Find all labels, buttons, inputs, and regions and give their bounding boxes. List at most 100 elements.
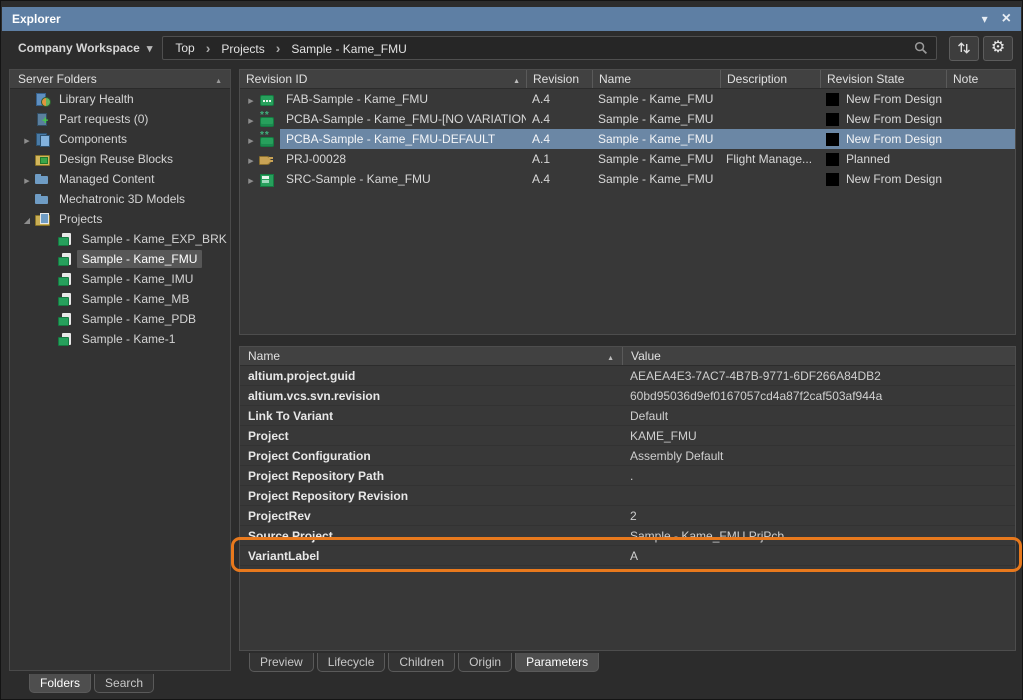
pcb-project-icon (57, 251, 73, 267)
revision-row[interactable]: PCBA-Sample - Kame_FMU-DEFAULT A.4 Sampl… (240, 129, 1015, 149)
column-header-revision[interactable]: Revision (526, 70, 592, 88)
tree-item[interactable]: Projects (10, 209, 230, 229)
close-icon[interactable] (1002, 11, 1011, 27)
expand-icon[interactable] (244, 132, 258, 146)
revisions-table: Revision ID Revision Name Description Re… (239, 69, 1016, 335)
collapse-panel-icon[interactable] (215, 72, 222, 86)
sidebar-tab[interactable]: Folders (29, 674, 91, 693)
parameter-row[interactable]: Project Repository Path . (240, 466, 1015, 486)
library-health-icon (34, 91, 50, 107)
tree-item[interactable]: Components (10, 129, 230, 149)
breadcrumb-item[interactable]: Sample - Kame_FMU (265, 40, 407, 56)
pcb-project-icon (57, 331, 73, 347)
expand-icon[interactable] (244, 172, 258, 186)
column-header-note[interactable]: Note (946, 70, 1015, 88)
parameter-name: Source Project (240, 529, 622, 543)
expand-icon[interactable] (244, 112, 258, 126)
revision-row[interactable]: PRJ-00028 A.1 Sample - Kame_FMU Flight M… (240, 149, 1015, 169)
parameter-row[interactable]: VariantLabel A (240, 546, 1015, 566)
panel-menu-icon[interactable] (982, 13, 988, 25)
parameter-row[interactable]: ProjectRev 2 (240, 506, 1015, 526)
titlebar: Explorer (2, 7, 1021, 31)
parameter-row[interactable]: altium.vcs.svn.revision 60bd95036d9ef016… (240, 386, 1015, 406)
revision-id-cell: PCBA-Sample - Kame_FMU-DEFAULT (280, 132, 526, 146)
breadcrumb[interactable]: TopProjectsSample - Kame_FMU (162, 36, 937, 60)
workspace-selector[interactable]: Company Workspace (18, 41, 152, 55)
column-header-description[interactable]: Description (720, 70, 820, 88)
revision-cell: A.4 (526, 92, 592, 106)
projects-folder-icon (34, 211, 50, 227)
name-cell: Sample - Kame_FMU (592, 172, 720, 186)
tree-item[interactable]: Sample - Kame-1 (10, 329, 230, 349)
gear-icon (991, 40, 1005, 56)
parameter-row[interactable]: Project Configuration Assembly Default (240, 446, 1015, 466)
tree-item[interactable]: Library Health (10, 89, 230, 109)
tree-item-label: Sample - Kame_MB (77, 290, 194, 308)
tree-item[interactable]: Part requests (0) (10, 109, 230, 129)
parameter-value: A (622, 549, 1015, 563)
expand-icon[interactable] (20, 132, 34, 146)
folder-tree: Library Health Part requests (0) Compone… (10, 89, 230, 349)
tree-item-label: Library Health (54, 90, 139, 108)
settings-button[interactable] (983, 36, 1013, 61)
column-header-name[interactable]: Name (592, 70, 720, 88)
breadcrumb-item[interactable]: Top (175, 41, 194, 55)
parameter-value: Default (622, 409, 1015, 423)
state-color-swatch (826, 113, 839, 126)
chevron-down-icon (147, 41, 153, 55)
state-color-swatch (826, 173, 839, 186)
parameter-row[interactable]: altium.project.guid AEAEA4E3-7AC7-4B7B-9… (240, 366, 1015, 386)
tree-item-label: Mechatronic 3D Models (54, 190, 190, 208)
column-header-revision-state[interactable]: Revision State (820, 70, 946, 88)
tree-item[interactable]: Sample - Kame_EXP_BRK (10, 229, 230, 249)
parameter-row[interactable]: Project Repository Revision (240, 486, 1015, 506)
name-cell: Sample - Kame_FMU (592, 132, 720, 146)
expand-icon[interactable] (20, 212, 34, 226)
tree-item-label: Components (54, 130, 132, 148)
tree-item[interactable]: Mechatronic 3D Models (10, 189, 230, 209)
state-color-swatch (826, 93, 839, 106)
detail-tab[interactable]: Children (388, 653, 455, 672)
breadcrumb-item[interactable]: Projects (195, 40, 265, 56)
detail-tab[interactable]: Lifecycle (317, 653, 386, 672)
column-header-parameter-name[interactable]: Name (240, 347, 622, 365)
column-header-parameter-value[interactable]: Value (622, 347, 1015, 365)
tree-item[interactable]: Managed Content (10, 169, 230, 189)
revision-row[interactable]: SRC-Sample - Kame_FMU A.4 Sample - Kame_… (240, 169, 1015, 189)
sync-button[interactable] (949, 36, 979, 61)
parameter-name: Project Configuration (240, 449, 622, 463)
parameter-row[interactable]: Source Project Sample - Kame_FMU.PrjPcb (240, 526, 1015, 546)
revision-state-cell: New From Design (820, 132, 946, 146)
detail-tabs: PreviewLifecycleChildrenOriginParameters (249, 653, 599, 672)
column-header-revision-id[interactable]: Revision ID (240, 70, 526, 88)
revision-row[interactable]: FAB-Sample - Kame_FMU A.4 Sample - Kame_… (240, 89, 1015, 109)
tree-item[interactable]: Design Reuse Blocks (10, 149, 230, 169)
expand-icon[interactable] (244, 152, 258, 166)
components-icon (34, 131, 50, 147)
detail-tab[interactable]: Parameters (515, 653, 599, 672)
sidebar-tab[interactable]: Search (94, 674, 154, 693)
revision-cell: A.4 (526, 172, 592, 186)
detail-tab[interactable]: Preview (249, 653, 314, 672)
search-icon[interactable] (914, 41, 928, 55)
breadcrumb-items: TopProjectsSample - Kame_FMU (175, 40, 914, 56)
parameter-row[interactable]: Link To Variant Default (240, 406, 1015, 426)
tree-item[interactable]: Sample - Kame_IMU (10, 269, 230, 289)
revision-state-cell: New From Design (820, 92, 946, 106)
parameter-name: Project Repository Revision (240, 489, 622, 503)
expand-icon[interactable] (20, 172, 34, 186)
description-cell: Flight Manage... (720, 152, 820, 166)
parameter-name: altium.project.guid (240, 369, 622, 383)
parameter-row[interactable]: Project KAME_FMU (240, 426, 1015, 446)
detail-tab[interactable]: Origin (458, 653, 512, 672)
sidebar-header[interactable]: Server Folders (10, 70, 230, 89)
tree-item[interactable]: Sample - Kame_FMU (10, 249, 230, 269)
revision-row[interactable]: PCBA-Sample - Kame_FMU-[NO VARIATIONS] A… (240, 109, 1015, 129)
parameter-name: ProjectRev (240, 509, 622, 523)
revision-cell: A.4 (526, 112, 592, 126)
state-label: New From Design (846, 172, 942, 186)
expand-icon[interactable] (244, 92, 258, 106)
tree-item[interactable]: Sample - Kame_MB (10, 289, 230, 309)
fab-icon (258, 91, 274, 107)
tree-item[interactable]: Sample - Kame_PDB (10, 309, 230, 329)
